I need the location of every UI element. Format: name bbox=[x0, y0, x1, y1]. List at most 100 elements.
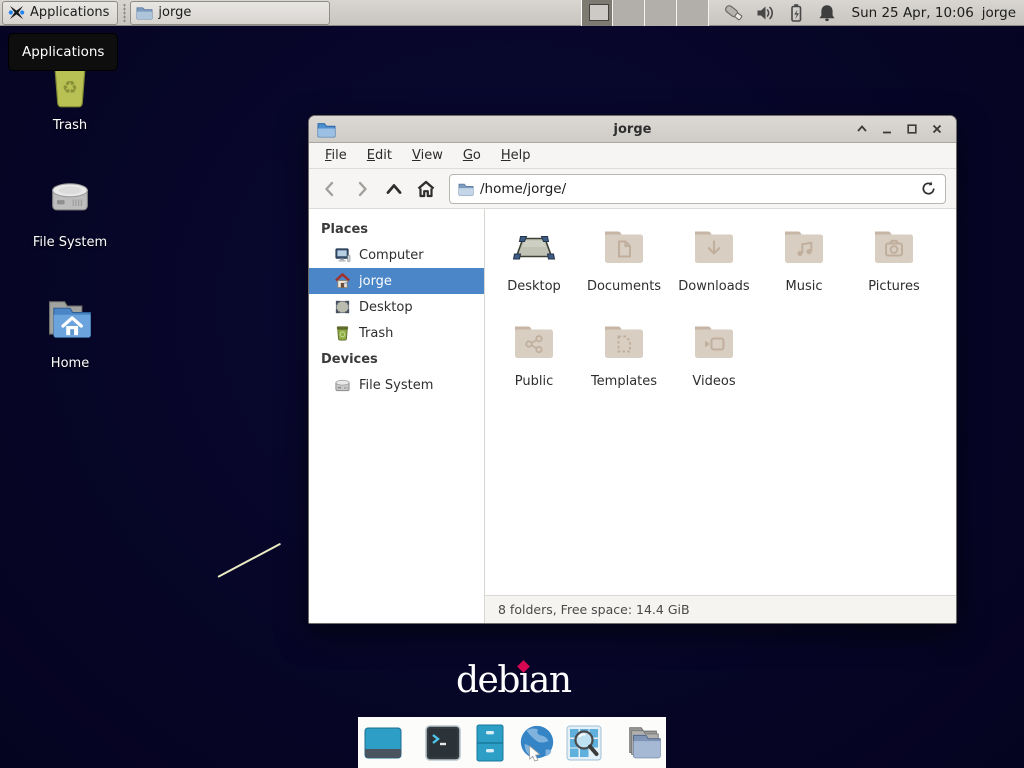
forward-button[interactable] bbox=[347, 175, 377, 203]
menu-edit[interactable]: Edit bbox=[357, 144, 402, 167]
app-finder-button[interactable] bbox=[564, 723, 604, 763]
computer-icon bbox=[334, 247, 351, 263]
battery-icon[interactable] bbox=[785, 2, 807, 24]
folder-icon bbox=[136, 5, 153, 20]
stylus-icon[interactable] bbox=[723, 2, 745, 24]
sidebar: Places Computer jorge bbox=[309, 209, 485, 623]
user-home-icon bbox=[334, 273, 351, 289]
file-manager-icon bbox=[624, 723, 664, 763]
up-button[interactable] bbox=[379, 175, 409, 203]
file-icon-music[interactable]: Music bbox=[759, 223, 849, 318]
menu-file[interactable]: File bbox=[315, 144, 357, 167]
taskbar-window-button[interactable]: jorge bbox=[130, 1, 330, 25]
file-icon-desktop[interactable]: Desktop bbox=[489, 223, 579, 318]
menu-help[interactable]: Help bbox=[491, 144, 541, 167]
clock[interactable]: Sun 25 Apr, 10:06 bbox=[852, 5, 974, 21]
taskbar-window-label: jorge bbox=[158, 5, 191, 20]
sidebar-item-jorge[interactable]: jorge bbox=[309, 268, 484, 294]
sidebar-item-computer[interactable]: Computer bbox=[309, 242, 484, 268]
shade-button[interactable] bbox=[855, 122, 869, 136]
up-icon bbox=[384, 180, 404, 198]
file-icon-documents[interactable]: Documents bbox=[579, 223, 669, 318]
desktop-icon-home[interactable]: Home bbox=[10, 292, 130, 371]
titlebar[interactable]: jorge bbox=[309, 116, 956, 143]
file-cabinet-icon bbox=[470, 723, 510, 763]
minimize-button[interactable] bbox=[880, 122, 894, 136]
cursor-trail-line bbox=[217, 543, 281, 578]
applications-menu-button[interactable]: Applications bbox=[2, 1, 118, 25]
sidebar-header-devices: Devices bbox=[309, 346, 484, 372]
file-label: Public bbox=[515, 374, 553, 389]
sidebar-header-places: Places bbox=[309, 216, 484, 242]
show-desktop-button[interactable] bbox=[363, 723, 403, 763]
terminal-icon bbox=[423, 723, 463, 763]
menu-go[interactable]: Go bbox=[453, 144, 491, 167]
desktop-folder-icon bbox=[510, 223, 558, 271]
downloads-folder-icon bbox=[690, 223, 738, 271]
desktop-icon-label: File System bbox=[10, 235, 130, 250]
workspace-4[interactable] bbox=[677, 0, 709, 26]
trash-icon bbox=[334, 325, 351, 341]
window-content: Places Computer jorge bbox=[309, 209, 956, 623]
file-manager-window: jorge File Edit View Go Help bbox=[308, 115, 957, 624]
workspace-2[interactable] bbox=[613, 0, 645, 26]
volume-icon[interactable] bbox=[754, 2, 776, 24]
file-cabinet-button[interactable] bbox=[470, 723, 510, 763]
forward-icon bbox=[353, 180, 371, 198]
window-folder-icon bbox=[317, 121, 336, 138]
notifications-bell-icon[interactable] bbox=[816, 2, 838, 24]
dock-panel bbox=[358, 717, 666, 768]
back-button[interactable] bbox=[315, 175, 345, 203]
tasklist-handle[interactable] bbox=[122, 4, 127, 22]
sidebar-item-file-system[interactable]: File System bbox=[309, 372, 484, 398]
desktop-place-icon bbox=[334, 299, 351, 315]
location-bar[interactable]: /home/jorge/ bbox=[449, 174, 946, 204]
maximize-button[interactable] bbox=[905, 122, 919, 136]
back-icon bbox=[321, 180, 339, 198]
home-folder-icon bbox=[42, 292, 98, 346]
pictures-folder-icon bbox=[870, 223, 918, 271]
file-grid: Desktop Documents Do bbox=[485, 209, 956, 595]
web-browser-icon bbox=[517, 722, 557, 764]
close-button[interactable] bbox=[930, 122, 944, 136]
file-view[interactable]: Desktop Documents Do bbox=[485, 209, 956, 623]
web-browser-button[interactable] bbox=[517, 723, 557, 763]
sidebar-item-label: Desktop bbox=[359, 300, 413, 315]
reload-icon[interactable] bbox=[920, 180, 937, 197]
file-icon-videos[interactable]: Videos bbox=[669, 318, 759, 413]
terminal-button[interactable] bbox=[423, 723, 463, 763]
desktop-icon-label: Trash bbox=[10, 118, 130, 133]
file-icon-downloads[interactable]: Downloads bbox=[669, 223, 759, 318]
desktop-icon-file-system[interactable]: File System bbox=[10, 173, 130, 250]
sidebar-item-trash[interactable]: Trash bbox=[309, 320, 484, 346]
menu-view[interactable]: View bbox=[402, 144, 453, 167]
app-finder-icon bbox=[564, 723, 604, 763]
user-indicator[interactable]: jorge bbox=[982, 5, 1016, 21]
music-folder-icon bbox=[780, 223, 828, 271]
window-controls bbox=[855, 122, 956, 136]
file-label: Videos bbox=[692, 374, 735, 389]
xfce-logo-icon bbox=[8, 4, 25, 21]
top-panel: Applications jorge bbox=[0, 0, 1024, 26]
sidebar-item-label: Trash bbox=[359, 326, 393, 341]
public-folder-icon bbox=[510, 318, 558, 366]
file-icon-pictures[interactable]: Pictures bbox=[849, 223, 939, 318]
location-path[interactable]: /home/jorge/ bbox=[480, 181, 914, 197]
workspace-window-thumb bbox=[589, 4, 609, 21]
sidebar-item-desktop[interactable]: Desktop bbox=[309, 294, 484, 320]
file-icon-templates[interactable]: Templates bbox=[579, 318, 669, 413]
home-icon bbox=[415, 179, 437, 199]
home-button[interactable] bbox=[411, 175, 441, 203]
workspace-1[interactable] bbox=[582, 0, 614, 26]
sidebar-item-label: jorge bbox=[359, 274, 392, 289]
menubar: File Edit View Go Help bbox=[309, 143, 956, 169]
debian-wordmark: debian bbox=[456, 660, 571, 701]
file-manager-button[interactable] bbox=[624, 723, 664, 763]
file-icon-public[interactable]: Public bbox=[489, 318, 579, 413]
sidebar-item-label: File System bbox=[359, 378, 433, 393]
system-tray bbox=[723, 2, 838, 24]
file-label: Templates bbox=[591, 374, 657, 389]
documents-folder-icon bbox=[600, 223, 648, 271]
workspace-switcher[interactable] bbox=[581, 0, 709, 26]
workspace-3[interactable] bbox=[645, 0, 677, 26]
